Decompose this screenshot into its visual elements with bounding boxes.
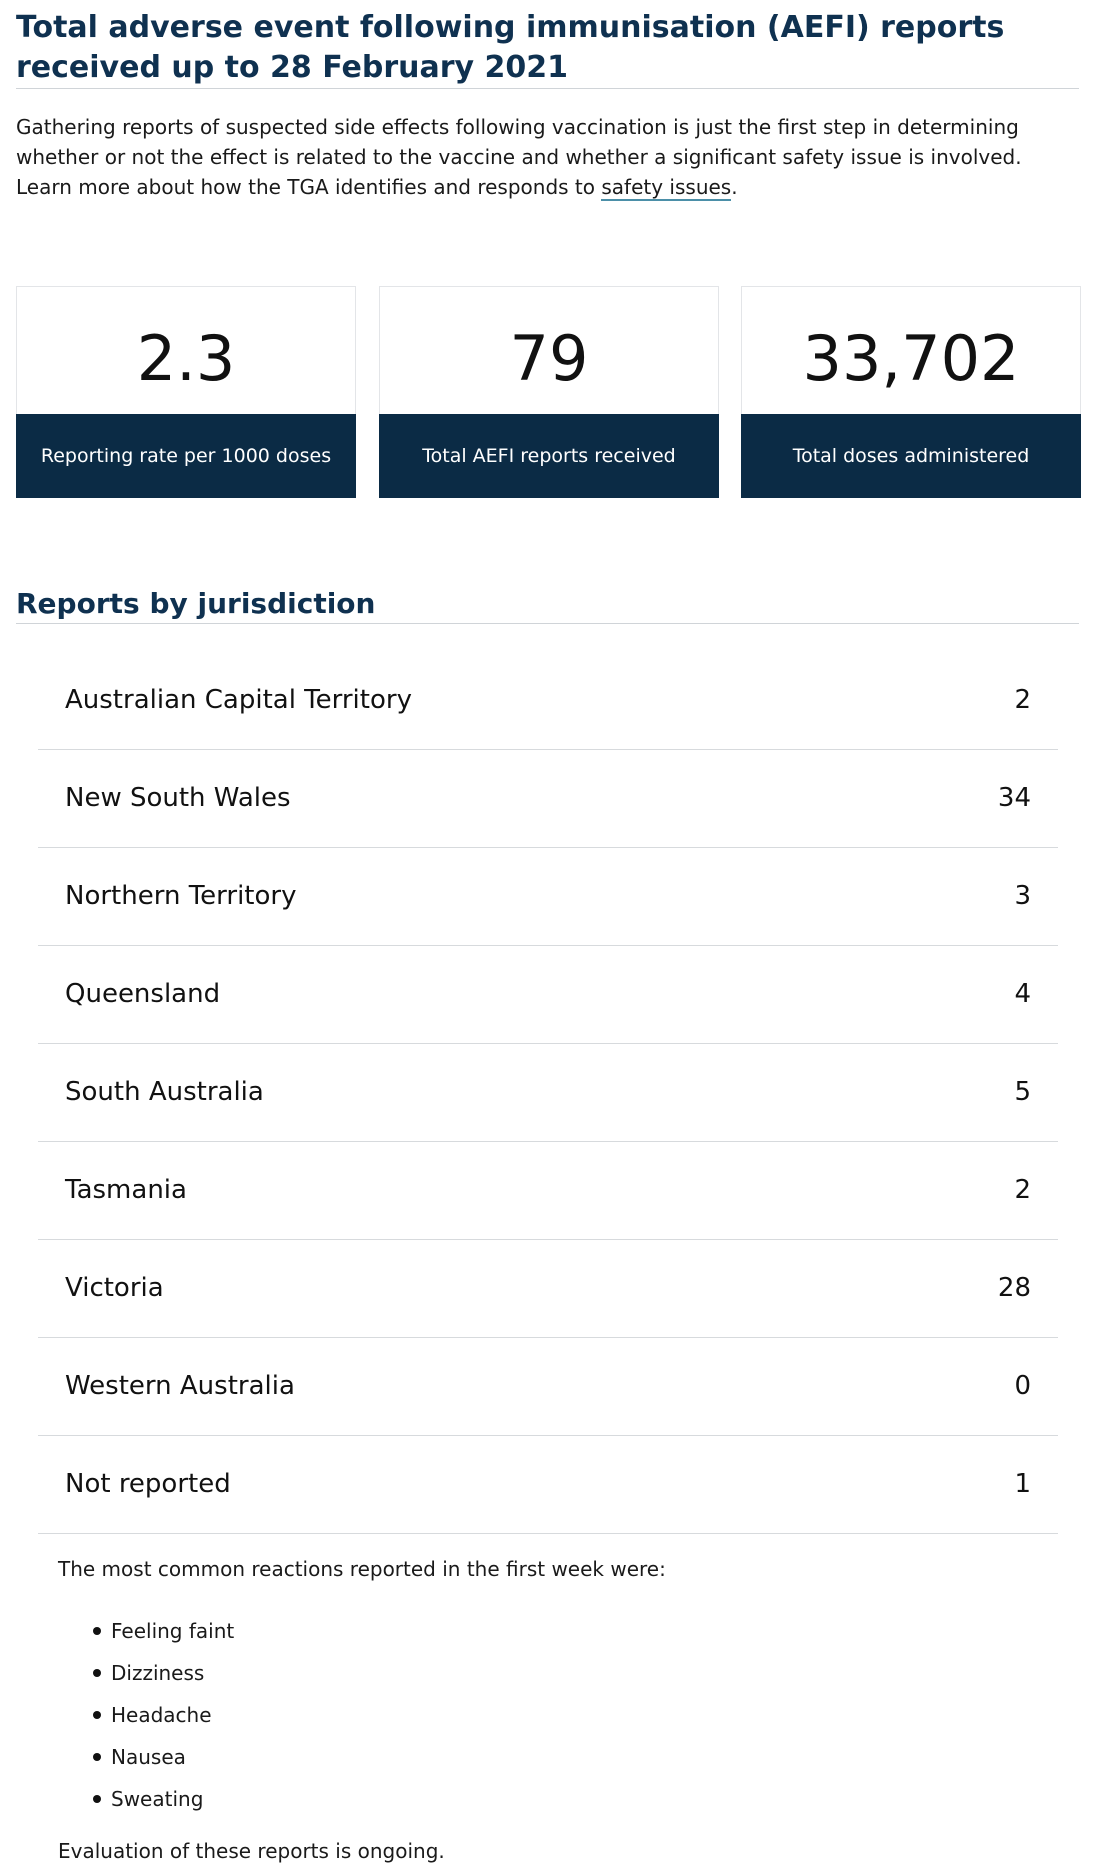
closing-note: Evaluation of these reports is ongoing. xyxy=(58,1839,445,1863)
intro-paragraph: Gathering reports of suspected side effe… xyxy=(16,112,1081,202)
reaction-item: Nausea xyxy=(58,1736,234,1778)
jurisdiction-list: Australian Capital Territory 2 New South… xyxy=(38,652,1058,1534)
jurisdiction-row-nsw: New South Wales 34 xyxy=(38,750,1058,848)
reaction-item: Sweating xyxy=(58,1778,234,1820)
reactions-intro: The most common reactions reported in th… xyxy=(58,1557,666,1581)
safety-issues-link[interactable]: safety issues xyxy=(601,175,732,201)
jurisdiction-count: 1 xyxy=(1014,1469,1031,1499)
section-divider xyxy=(16,623,1079,624)
jurisdiction-count: 2 xyxy=(1014,685,1031,715)
page-title: Total adverse event following immunisati… xyxy=(16,10,1005,85)
jurisdiction-count: 3 xyxy=(1014,881,1031,911)
jurisdiction-row-sa: South Australia 5 xyxy=(38,1044,1058,1142)
stat-label: Total doses administered xyxy=(741,414,1081,498)
intro-text-end: . xyxy=(731,175,738,199)
stat-card-reporting-rate: 2.3 Reporting rate per 1000 doses xyxy=(16,286,356,498)
jurisdiction-name: Tasmania xyxy=(65,1175,187,1205)
title-divider xyxy=(16,88,1079,89)
reaction-label: Sweating xyxy=(111,1787,204,1811)
stat-card-total-doses: 33,702 Total doses administered xyxy=(741,286,1081,498)
jurisdiction-count: 4 xyxy=(1014,979,1031,1009)
jurisdiction-count: 2 xyxy=(1014,1175,1031,1205)
jurisdiction-count: 5 xyxy=(1014,1077,1031,1107)
jurisdiction-name: Northern Territory xyxy=(65,881,297,911)
jurisdiction-row-wa: Western Australia 0 xyxy=(38,1338,1058,1436)
reaction-label: Dizziness xyxy=(111,1661,205,1685)
jurisdiction-row-act: Australian Capital Territory 2 xyxy=(38,652,1058,750)
bullet-icon xyxy=(93,1711,101,1719)
jurisdiction-row-qld: Queensland 4 xyxy=(38,946,1058,1044)
bullet-icon xyxy=(93,1669,101,1677)
stat-card-total-reports: 79 Total AEFI reports received xyxy=(379,286,719,498)
bullet-icon xyxy=(93,1753,101,1761)
jurisdiction-count: 34 xyxy=(997,783,1031,813)
section-title-jurisdiction: Reports by jurisdiction xyxy=(16,587,376,620)
stat-label: Total AEFI reports received xyxy=(379,414,719,498)
stat-value: 2.3 xyxy=(136,322,236,395)
reaction-item: Feeling faint xyxy=(58,1610,234,1652)
reactions-list: Feeling faint Dizziness Headache Nausea … xyxy=(58,1610,234,1820)
jurisdiction-count: 28 xyxy=(997,1273,1031,1303)
intro-text: Gathering reports of suspected side effe… xyxy=(16,115,1022,199)
jurisdiction-row-not-reported: Not reported 1 xyxy=(38,1436,1058,1534)
stat-value: 79 xyxy=(509,322,589,395)
stat-value: 33,702 xyxy=(802,322,1020,395)
jurisdiction-name: Australian Capital Territory xyxy=(65,685,412,715)
jurisdiction-name: Not reported xyxy=(65,1469,231,1499)
jurisdiction-name: South Australia xyxy=(65,1077,264,1107)
bullet-icon xyxy=(93,1627,101,1635)
jurisdiction-row-tas: Tasmania 2 xyxy=(38,1142,1058,1240)
jurisdiction-name: New South Wales xyxy=(65,783,291,813)
reaction-label: Headache xyxy=(111,1703,212,1727)
stat-label: Reporting rate per 1000 doses xyxy=(16,414,356,498)
jurisdiction-row-vic: Victoria 28 xyxy=(38,1240,1058,1338)
jurisdiction-name: Western Australia xyxy=(65,1371,295,1401)
jurisdiction-row-nt: Northern Territory 3 xyxy=(38,848,1058,946)
jurisdiction-name: Victoria xyxy=(65,1273,164,1303)
reaction-item: Dizziness xyxy=(58,1652,234,1694)
jurisdiction-name: Queensland xyxy=(65,979,221,1009)
jurisdiction-count: 0 xyxy=(1014,1371,1031,1401)
reaction-label: Feeling faint xyxy=(111,1619,235,1643)
bullet-icon xyxy=(93,1795,101,1803)
reaction-item: Headache xyxy=(58,1694,234,1736)
reaction-label: Nausea xyxy=(111,1745,186,1769)
